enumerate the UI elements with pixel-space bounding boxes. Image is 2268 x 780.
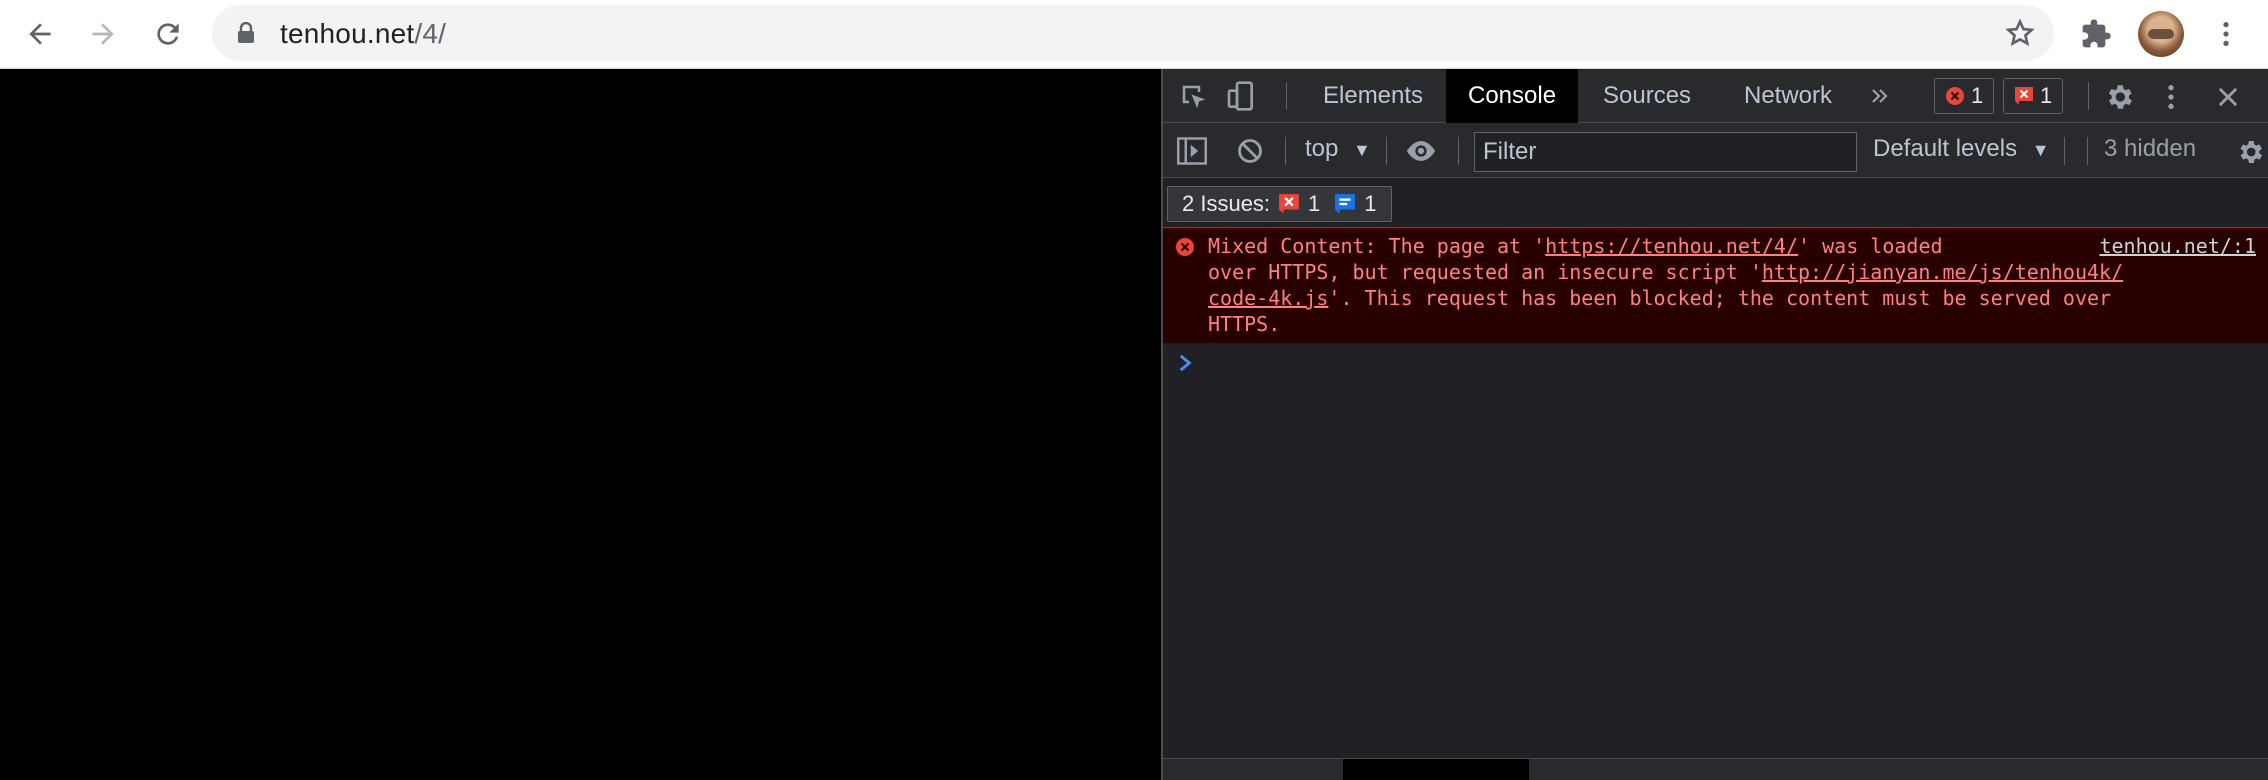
lock-icon [238, 22, 254, 43]
url-path: /4/ [414, 18, 447, 49]
context-label: top [1305, 135, 1339, 162]
message-text: ' was loaded [1798, 234, 1943, 258]
message-source-link[interactable]: tenhou.net/:1 [2099, 233, 2256, 259]
issues-count-badge[interactable]: 1 [2003, 78, 2064, 114]
dropdown-triangle-icon: ▼ [1353, 140, 1371, 160]
separator [1285, 137, 1286, 165]
message-line-2: over HTTPS, but requested an insecure sc… [1208, 259, 2258, 285]
issues-label: 2 Issues: [1182, 191, 1271, 216]
separator [1286, 82, 1287, 110]
tab-sources[interactable]: Sources [1581, 69, 1713, 123]
context-selector[interactable]: top ▼ [1305, 135, 1371, 163]
message-line-4: HTTPS. [1208, 311, 2258, 337]
console-filter-input[interactable] [1474, 132, 1857, 172]
issue-count: 1 [2040, 83, 2053, 108]
issues-bar: 2 Issues: 1 1 [1163, 178, 2268, 228]
script-url-link[interactable]: http://jianyan.me/js/tenhou4k/ [1762, 260, 2123, 284]
error-count: 1 [1971, 83, 1984, 108]
page-url-link[interactable]: https://tenhou.net/4/ [1545, 234, 1798, 258]
inspect-element-icon[interactable] [1179, 82, 1209, 112]
devtools-tab-bar: Elements Console Sources Network 1 1 [1163, 69, 2268, 123]
sidebar-toggle-icon[interactable] [1177, 137, 1207, 165]
separator [1458, 137, 1459, 165]
issue-error-icon [2015, 87, 2033, 105]
hidden-messages-count: 3 hidden [2104, 135, 2197, 162]
message-text: over HTTPS, but requested an insecure sc… [1208, 260, 1762, 284]
separator [1386, 137, 1387, 165]
error-circle-icon [1946, 87, 1964, 105]
more-tabs-chevron-icon[interactable] [1868, 84, 1892, 108]
console-toolbar: top ▼ Default levels ▼ 3 hidden [1163, 123, 2268, 178]
devtools-panel: Elements Console Sources Network 1 1 top… [1163, 69, 2268, 780]
message-text: '. This request has been blocked; the co… [1328, 286, 2112, 310]
puzzle-icon [2082, 19, 2111, 48]
drawer-active-tab[interactable] [1343, 759, 1529, 780]
arrow-left-icon [29, 23, 51, 45]
live-expression-eye-icon[interactable] [1404, 137, 1438, 165]
issue-error-icon [1279, 194, 1299, 214]
arrow-right-icon [92, 23, 114, 45]
log-levels-label: Default levels [1873, 135, 2018, 162]
url-host: tenhou.net [280, 18, 415, 49]
kebab-menu-icon [2223, 22, 2229, 46]
reload-icon [157, 23, 179, 45]
reload-button[interactable] [144, 10, 192, 58]
separator [2087, 137, 2088, 165]
issues-error-count: 1 [1308, 191, 1321, 216]
forward-button[interactable] [79, 10, 127, 58]
page-viewport [0, 69, 1161, 780]
back-button[interactable] [16, 10, 64, 58]
message-text: HTTPS. [1208, 312, 1281, 336]
bookmark-star-icon[interactable] [2004, 17, 2036, 49]
settings-gear-icon[interactable] [2103, 81, 2135, 113]
message-text: Mixed Content: The page at ' [1208, 234, 1546, 258]
devtools-drawer-tabs [1163, 758, 2268, 780]
separator [2088, 82, 2089, 110]
tab-elements[interactable]: Elements [1301, 69, 1445, 123]
error-circle-icon [1176, 238, 1194, 256]
issues-info-count: 1 [1364, 191, 1377, 216]
clear-console-icon[interactable] [1236, 137, 1264, 165]
profile-avatar[interactable] [2138, 11, 2184, 57]
extensions-button[interactable] [2072, 10, 2120, 58]
devtools-menu-icon[interactable] [2155, 81, 2187, 113]
log-levels-dropdown[interactable]: Default levels ▼ [1873, 135, 2050, 163]
device-toolbar-icon[interactable] [1225, 80, 1257, 112]
message-line-3: code-4k.js'. This request has been block… [1208, 285, 2258, 311]
close-devtools-icon[interactable] [2214, 83, 2242, 111]
address-bar[interactable]: tenhou.net/4/ [212, 5, 2054, 61]
console-prompt-chevron-icon[interactable] [1177, 353, 1193, 373]
error-count-badge[interactable]: 1 [1934, 78, 1995, 114]
console-settings-gear-icon[interactable] [2235, 137, 2265, 167]
issues-button[interactable]: 2 Issues: 1 1 [1167, 186, 1392, 222]
issue-info-icon [1335, 194, 1356, 214]
browser-toolbar: tenhou.net/4/ [0, 0, 2268, 69]
url-text: tenhou.net/4/ [280, 18, 446, 50]
dropdown-triangle-icon: ▼ [2031, 140, 2050, 160]
tab-network[interactable]: Network [1722, 69, 1854, 123]
script-url-link-cont[interactable]: code-4k.js [1208, 286, 1328, 310]
browser-menu-button[interactable] [2202, 10, 2250, 58]
tab-console[interactable]: Console [1446, 69, 1579, 123]
separator [2064, 137, 2065, 165]
console-error-message: Mixed Content: The page at 'https://tenh… [1163, 228, 2268, 344]
